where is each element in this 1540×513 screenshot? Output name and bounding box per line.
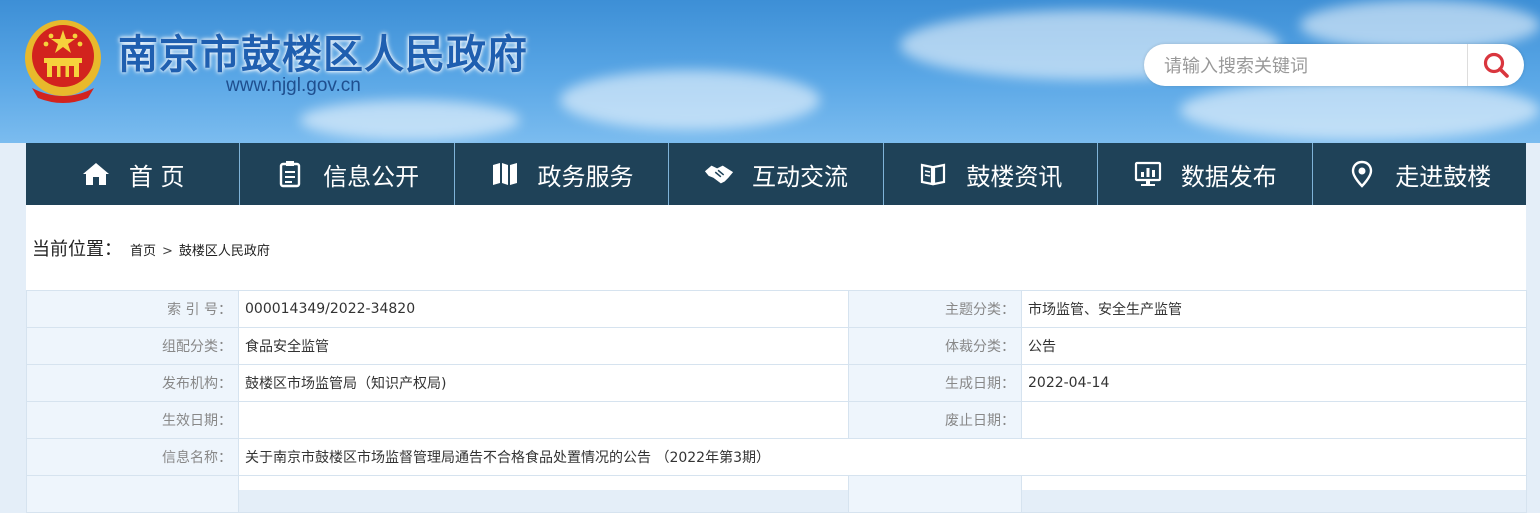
topic-category-label: 主题分类： (848, 290, 1022, 328)
location-pin-icon (1347, 159, 1377, 189)
nav-item-info-disclosure[interactable]: 信息公开 (240, 143, 455, 205)
breadcrumb: 当前位置： 首页 > 鼓楼区人民政府 (32, 235, 270, 261)
nav-item-gov-services[interactable]: 政务服务 (455, 143, 670, 205)
nav-item-interaction[interactable]: 互动交流 (669, 143, 884, 205)
nav-item-label: 信息公开 (323, 162, 420, 191)
content-area: 当前位置： 首页 > 鼓楼区人民政府 索 引 号： 000014349/2022… (26, 205, 1527, 513)
main-nav: 首 页 信息公开 政务服务 互动交流 鼓楼资讯 数据发布 走进鼓楼 (26, 143, 1526, 205)
table-row: 信息名称： 关于南京市鼓楼区市场监督管理局通告不合格食品处置情况的公告 （202… (26, 438, 1527, 476)
search-box (1144, 44, 1524, 86)
nav-item-label: 鼓楼资讯 (966, 162, 1063, 191)
nav-item-label: 首 页 (128, 162, 185, 191)
genre-category-label: 体裁分类： (848, 327, 1022, 365)
header-banner: 南京市鼓楼区人民政府 www.njgl.gov.cn (0, 0, 1540, 143)
nav-item-about-gulou[interactable]: 走进鼓楼 (1313, 143, 1526, 205)
nav-item-label: 政务服务 (537, 162, 634, 191)
nav-item-data-release[interactable]: 数据发布 (1098, 143, 1313, 205)
table-row: 索 引 号： 000014349/2022-34820 主题分类： 市场监管、安… (26, 290, 1527, 328)
search-input[interactable] (1162, 52, 1466, 80)
created-date-label: 生成日期： (848, 364, 1022, 402)
site-title: 南京市鼓楼区人民政府 (118, 32, 528, 78)
nav-item-label: 互动交流 (751, 162, 848, 191)
breadcrumb-separator: > (162, 244, 173, 259)
empty-cell (238, 475, 849, 513)
search-button[interactable] (1467, 44, 1524, 86)
table-row: 组配分类： 食品安全监管 体裁分类： 公告 (26, 327, 1527, 365)
table-row: 生效日期： 废止日期： (26, 401, 1527, 439)
topic-category-value: 市场监管、安全生产监管 (1021, 290, 1527, 328)
search-icon (1483, 52, 1509, 78)
group-category-value: 食品安全监管 (238, 327, 849, 365)
abolished-date-label: 废止日期： (848, 401, 1022, 439)
created-date-value: 2022-04-14 (1021, 364, 1527, 402)
info-name-label: 信息名称： (26, 438, 239, 476)
breadcrumb-label: 当前位置： (32, 239, 122, 260)
monitor-chart-icon (1133, 159, 1163, 189)
table-row (26, 475, 1527, 513)
empty-cell (26, 475, 239, 513)
breadcrumb-home-link[interactable]: 首页 (130, 240, 156, 259)
index-number-label: 索 引 号： (26, 290, 239, 328)
abolished-date-value (1021, 401, 1527, 439)
effective-date-value (238, 401, 849, 439)
group-category-label: 组配分类： (26, 327, 239, 365)
nav-item-gulou-news[interactable]: 鼓楼资讯 (884, 143, 1099, 205)
publisher-value: 鼓楼区市场监管局（知识产权局) (238, 364, 849, 402)
table-row: 发布机构： 鼓楼区市场监管局（知识产权局) 生成日期： 2022-04-14 (26, 364, 1527, 402)
genre-category-value: 公告 (1021, 327, 1527, 365)
empty-cell (1021, 475, 1527, 513)
book-icon (918, 159, 948, 189)
info-name-value: 关于南京市鼓楼区市场监督管理局通告不合格食品处置情况的公告 （2022年第3期） (238, 438, 1527, 476)
home-icon (81, 159, 111, 189)
nav-item-label: 走进鼓楼 (1395, 162, 1492, 191)
clipboard-icon (275, 159, 305, 189)
index-number-value: 000014349/2022-34820 (238, 290, 849, 328)
site-url[interactable]: www.njgl.gov.cn (226, 75, 361, 97)
breadcrumb-current-link[interactable]: 鼓楼区人民政府 (179, 240, 270, 259)
national-emblem-icon (22, 18, 104, 104)
nav-item-home[interactable]: 首 页 (26, 143, 241, 205)
handshake-icon (704, 159, 734, 189)
effective-date-label: 生效日期： (26, 401, 239, 439)
info-metadata-table: 索 引 号： 000014349/2022-34820 主题分类： 市场监管、安… (26, 290, 1527, 513)
empty-cell (848, 475, 1022, 513)
nav-item-label: 数据发布 (1180, 162, 1277, 191)
map-icon (490, 159, 520, 189)
publisher-label: 发布机构： (26, 364, 239, 402)
